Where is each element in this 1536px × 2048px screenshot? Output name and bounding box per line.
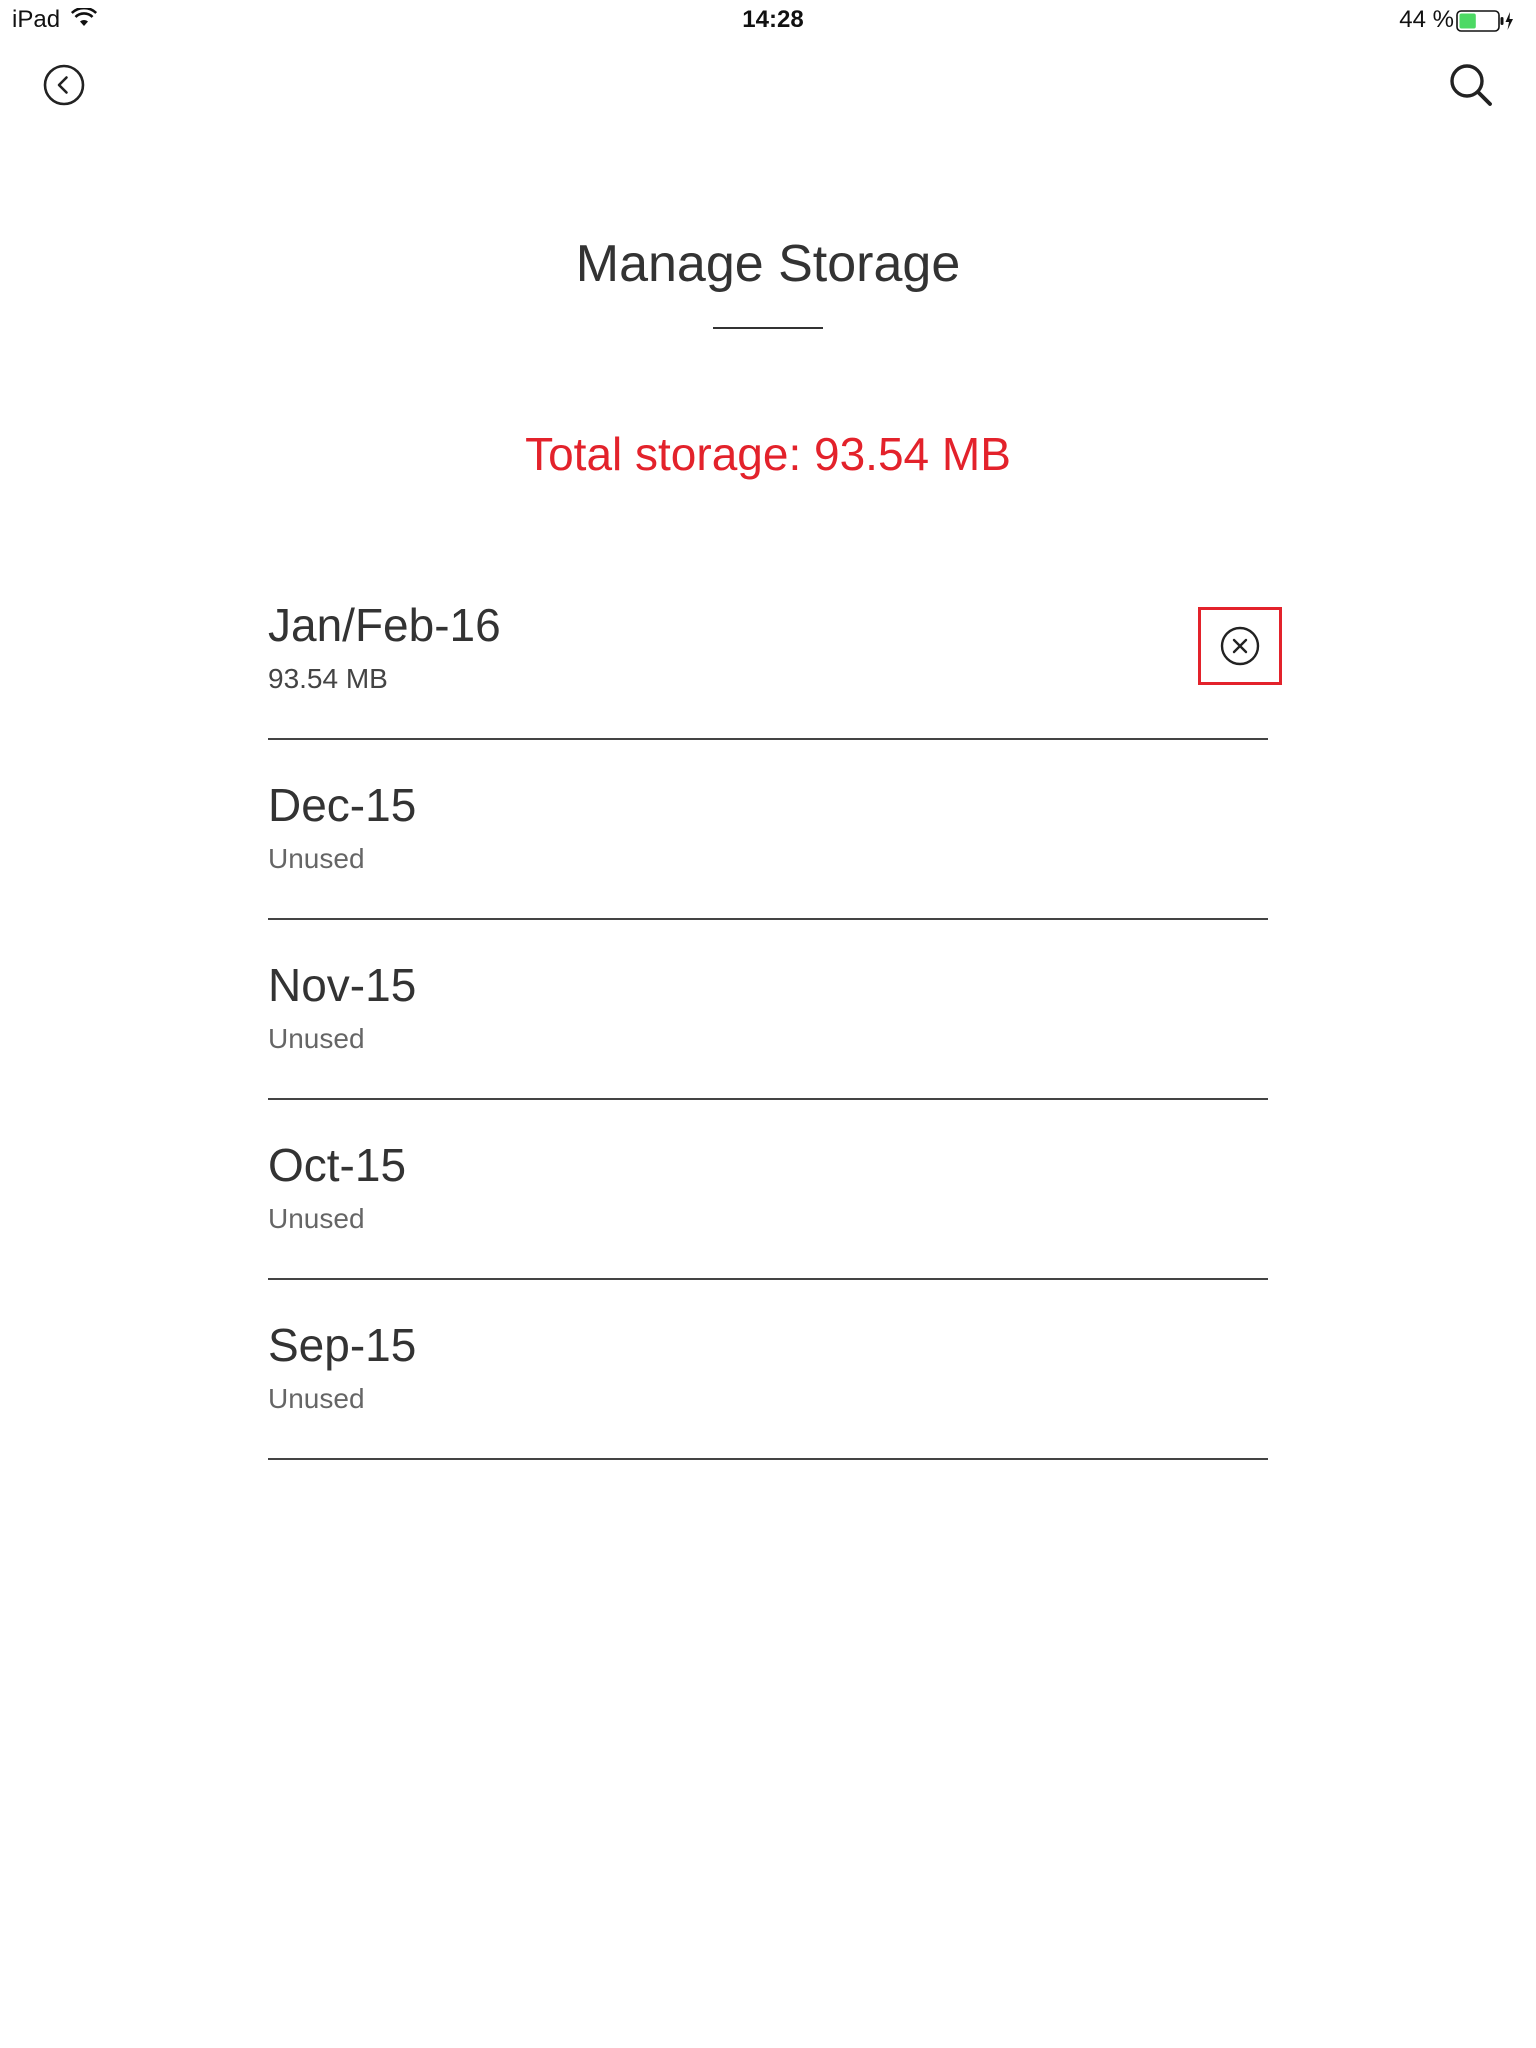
item-title: Sep-15 <box>268 1319 417 1371</box>
close-circle-icon <box>1220 626 1260 666</box>
item-status: Unused <box>268 1383 365 1414</box>
back-button[interactable] <box>42 63 86 107</box>
item-size: 93.54 MB <box>268 663 388 694</box>
battery-icon <box>1456 10 1513 32</box>
storage-item-dec-15[interactable]: Dec-15 Unused <box>268 740 1268 920</box>
item-status: Unused <box>268 843 365 874</box>
battery-percent: 44 % <box>1399 6 1454 33</box>
chevron-left-circle-icon <box>43 64 85 106</box>
bolt-icon <box>1505 12 1513 30</box>
item-status: Unused <box>268 1023 365 1054</box>
search-icon <box>1450 64 1492 106</box>
item-title: Dec-15 <box>268 779 417 831</box>
storage-item-oct-15[interactable]: Oct-15 Unused <box>268 1100 1268 1280</box>
storage-item-jan-feb-16[interactable]: Jan/Feb-16 93.54 MB <box>268 560 1282 740</box>
storage-item-nov-15[interactable]: Nov-15 Unused <box>268 920 1268 1100</box>
storage-list: Jan/Feb-16 93.54 MB Dec-15 Unused Nov-15… <box>268 560 1282 1460</box>
page-title: Manage Storage <box>575 235 961 293</box>
item-title: Nov-15 <box>268 959 417 1011</box>
item-title: Jan/Feb-16 <box>268 599 501 651</box>
item-status: Unused <box>268 1203 365 1234</box>
item-title: Oct-15 <box>268 1139 407 1191</box>
status-time: 14:28 <box>742 6 804 33</box>
storage-item-sep-15[interactable]: Sep-15 Unused <box>268 1280 1268 1460</box>
delete-button[interactable] <box>1198 607 1282 685</box>
total-storage-label: Total storage: 93.54 MB <box>525 428 1011 480</box>
search-button[interactable] <box>1448 62 1494 108</box>
title-divider <box>713 327 823 329</box>
status-bar: iPad 14:28 44 % <box>0 0 1536 40</box>
